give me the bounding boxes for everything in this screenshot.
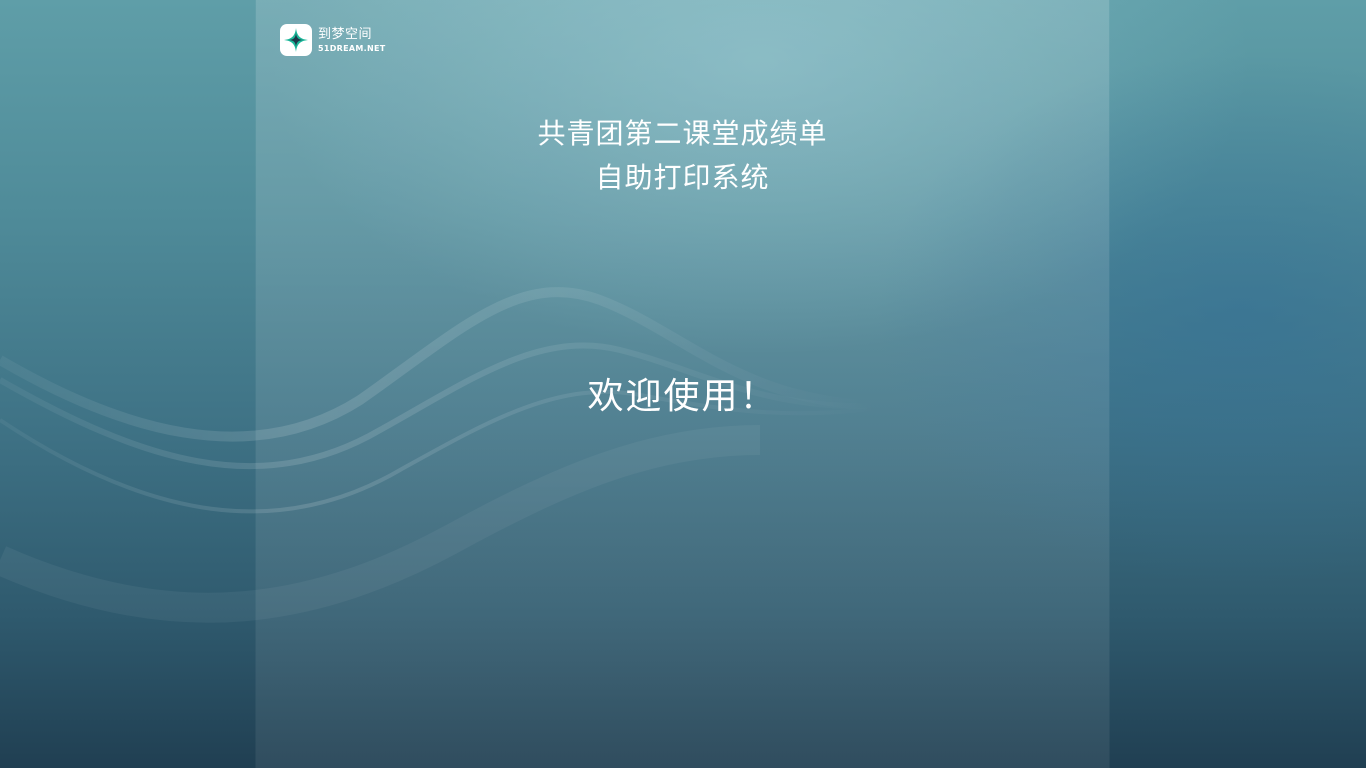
brand-name-en: 51DREAM.NET bbox=[318, 43, 386, 53]
title-line-2: 自助打印系统 bbox=[595, 161, 770, 194]
brand-name-cn: 到梦空间 bbox=[318, 26, 373, 42]
four-point-star-icon bbox=[280, 24, 312, 56]
title-line-1: 共青团第二课堂成绩单 bbox=[537, 117, 828, 150]
welcome-screen: 到梦空间 51DREAM.NET 共青团第二课堂成绩单 自助打印系统 欢迎使用！ bbox=[0, 0, 1366, 768]
brand-logo[interactable]: 到梦空间 51DREAM.NET bbox=[280, 24, 386, 56]
center-panel: 到梦空间 51DREAM.NET 共青团第二课堂成绩单 自助打印系统 欢迎使用！ bbox=[256, 0, 1109, 768]
welcome-message: 欢迎使用！ bbox=[587, 376, 778, 417]
page-title: 共青团第二课堂成绩单 自助打印系统 bbox=[256, 112, 1109, 200]
